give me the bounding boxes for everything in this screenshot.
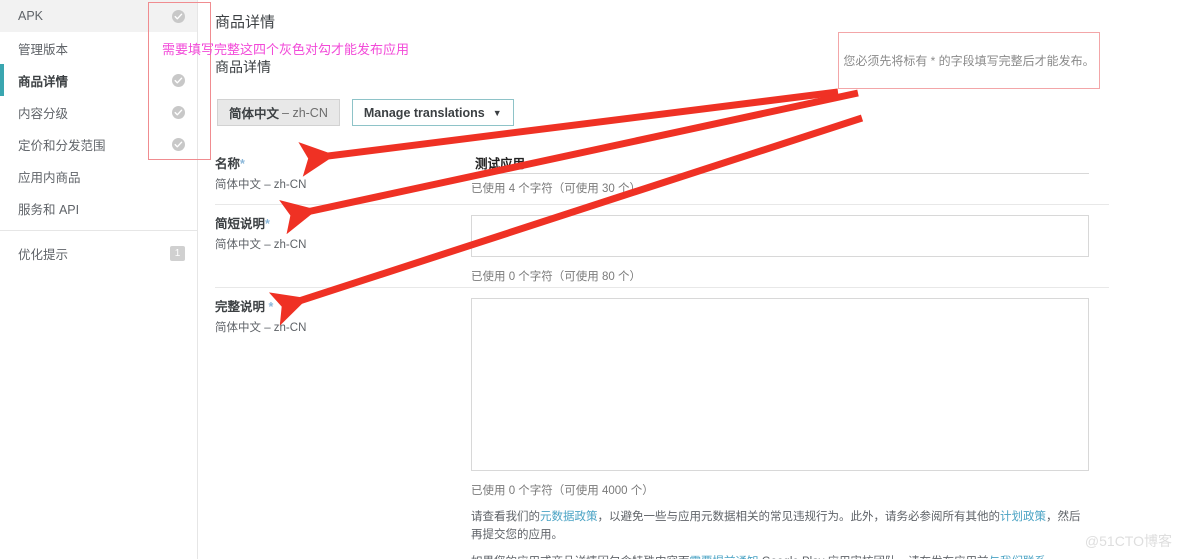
field-label-group: 完整说明 * 简体中文 – zh-CN (215, 296, 467, 335)
field-label-group: 名称* 简体中文 – zh-CN (215, 153, 467, 192)
annotation-highlight-rectangle (148, 2, 211, 160)
full-description-char-counter: 已使用 0 个字符（可使用 4000 个） (471, 485, 654, 497)
note-text: 如果您的应用或商品详情因包含特殊内容而 (471, 556, 690, 559)
field-row-full-description: 完整说明 * 简体中文 – zh-CN 已使用 0 个字符（可使用 4000 个… (215, 287, 1109, 559)
field-sublabel: 简体中文 – zh-CN (215, 322, 307, 334)
short-description-char-counter: 已使用 0 个字符（可使用 80 个） (471, 271, 641, 283)
language-chip-zh-cn[interactable]: 简体中文 – zh-CN (217, 99, 340, 126)
watermark: @51CTO博客 (1084, 533, 1172, 549)
section-title: 商品详情 (215, 59, 271, 75)
field-label: 名称* (215, 157, 245, 171)
optimization-tips-badge: 1 (170, 245, 185, 261)
chevron-down-icon: ▼ (492, 107, 502, 118)
field-row-short-description: 简短说明* 简体中文 – zh-CN 已使用 0 个字符（可使用 80 个） (215, 204, 1109, 287)
sidebar-item-services-api[interactable]: 服务和 API (0, 192, 197, 224)
page-title: 商品详情 (215, 14, 276, 31)
metadata-policy-note: 请查看我们的元数据政策，以避免一些与应用元数据相关的常见违规行为。此外，请务必参… (471, 509, 1081, 545)
metadata-policy-link[interactable]: 元数据政策 (540, 511, 598, 523)
required-marker: * (265, 217, 270, 231)
note-text: Google Play 应用审核团队，请在发布应用前 (759, 556, 989, 559)
field-input-group: 已使用 0 个字符（可使用 80 个） (471, 215, 1089, 284)
short-description-textarea[interactable] (471, 215, 1089, 257)
name-char-counter: 已使用 4 个字符（可使用 30 个） (471, 183, 641, 195)
full-description-textarea[interactable] (471, 298, 1089, 471)
required-marker: * (268, 300, 274, 314)
advance-notice-link[interactable]: 需要提前通知 (690, 556, 759, 559)
field-label: 简短说明* (215, 217, 270, 231)
app-name-input[interactable] (471, 153, 1089, 174)
language-chip-name: 简体中文 (229, 107, 280, 121)
contact-us-link[interactable]: 与我们联系 (989, 556, 1047, 559)
field-row-name: 名称* 简体中文 – zh-CN 已使用 4 个字符（可使用 30 个） (215, 148, 1109, 204)
sidebar-item-label: 优化提示 (18, 247, 69, 262)
field-sublabel: 简体中文 – zh-CN (215, 179, 307, 191)
note-text: ，以避免一些与应用元数据相关的常见违规行为。此外，请务必参阅所有其他的 (597, 511, 1001, 523)
field-input-group: 已使用 4 个字符（可使用 30 个） (471, 153, 1089, 196)
manage-translations-button[interactable]: Manage translations ▼ (351, 99, 514, 126)
language-chip-code: – zh-CN (282, 105, 328, 120)
sidebar-item-optimization-tips[interactable]: 优化提示 1 (0, 237, 197, 269)
field-sublabel: 简体中文 – zh-CN (215, 239, 307, 251)
sidebar-divider (0, 230, 197, 231)
annotation-callout-box: 您必须先将标有 * 的字段填写完整后才能发布。 (838, 32, 1100, 89)
annotation-callout-text: 您必须先将标有 * 的字段填写完整后才能发布。 (843, 54, 1095, 68)
special-content-note: 如果您的应用或商品详情因包含特殊内容而需要提前通知 Google Play 应用… (471, 554, 1081, 559)
required-marker: * (240, 157, 245, 171)
sidebar-item-in-app-products[interactable]: 应用内商品 (0, 160, 197, 192)
note-text: 。 (1046, 556, 1058, 559)
language-toolbar: 简体中文 – zh-CN Manage translations ▼ (217, 99, 514, 126)
note-text: 请查看我们的 (471, 511, 540, 523)
program-policy-link[interactable]: 计划政策 (1000, 511, 1046, 523)
app-root: APK 管理版本 商品详情 内容分级 定价和分发范围 应用内商品 服务和 API… (0, 0, 1184, 559)
field-label-group: 简短说明* 简体中文 – zh-CN (215, 213, 467, 252)
annotation-pink-note: 需要填写完整这四个灰色对勾才能发布应用 (162, 42, 410, 57)
field-input-group: 已使用 0 个字符（可使用 4000 个） 请查看我们的元数据政策，以避免一些与… (471, 298, 1089, 559)
active-indicator (0, 64, 4, 96)
sidebar-item-label: 服务和 API (18, 202, 80, 217)
sidebar-item-label: 应用内商品 (18, 170, 81, 185)
manage-translations-label: Manage translations (363, 105, 485, 120)
field-label: 完整说明 * (215, 300, 274, 314)
